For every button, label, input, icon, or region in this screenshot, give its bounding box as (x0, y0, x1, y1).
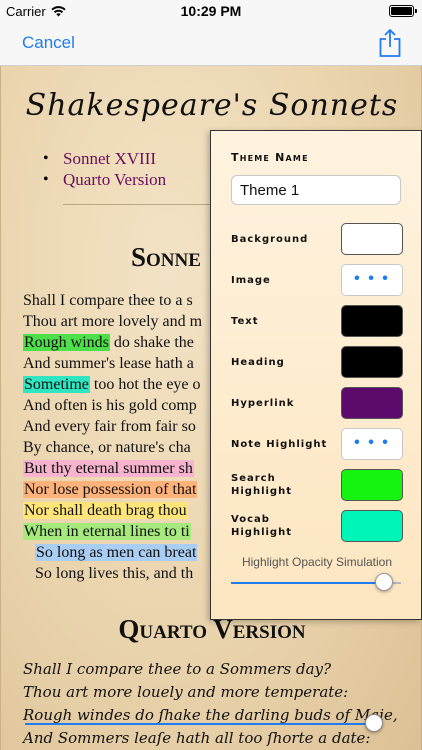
hyperlink-color-swatch[interactable] (341, 387, 403, 419)
poem-line: Rough winds do shake the (23, 332, 202, 353)
theme-row-heading: Heading (231, 346, 403, 378)
quarto-line: Thou art more louely and more temperate: (23, 683, 349, 701)
battery-level (391, 7, 412, 15)
poem-line: Nor shall death brag thou (23, 500, 202, 521)
poem-line: And every fair from fair so (23, 416, 202, 437)
theme-row-background: Background (231, 223, 403, 255)
quarto-text: Shall I compare thee to a Sommers day? Th… (23, 658, 398, 750)
line-text: So long lives this, and th (35, 565, 194, 582)
heading-label: Heading (231, 356, 285, 368)
opacity-slider-fill (231, 582, 384, 584)
cancel-button[interactable]: Cancel (22, 33, 75, 53)
hyperlink-label: Hyperlink (231, 397, 295, 409)
theme-row-search-highlight: Search Highlight (231, 469, 403, 501)
theme-name-label: Theme Name (231, 151, 309, 164)
vocab-highlight-color-swatch[interactable] (341, 510, 403, 542)
poem-line: Sometime too hot the eye o (23, 374, 202, 395)
highlighted-text[interactable]: Sometime (23, 376, 90, 393)
page-slider[interactable] (25, 714, 383, 734)
line-text: And summer's lease hath a (23, 355, 194, 372)
share-icon[interactable] (378, 28, 402, 58)
background-color-swatch[interactable] (341, 223, 403, 255)
highlighted-text[interactable]: So long as men can breat (35, 544, 198, 561)
theme-row-image: Image • • • (231, 264, 403, 296)
theme-panel: Theme Name Background Image • • • Text Headi… (210, 130, 422, 620)
search-highlight-label: Search Highlight (231, 473, 292, 497)
poem-line: By chance, or nature's cha (23, 437, 202, 458)
line-text: And often is his gold comp (23, 397, 197, 414)
poem-line: When in eternal lines to ti (23, 521, 202, 542)
line-text: Thou art more lovely and m (23, 313, 203, 330)
opacity-slider[interactable] (231, 573, 401, 593)
search-highlight-color-swatch[interactable] (341, 469, 403, 501)
sonnet-text: Shall I compare thee to a s Thou art more… (23, 290, 202, 584)
theme-row-note-highlight: Note Highlight • • • (231, 428, 403, 460)
battery-icon (389, 5, 417, 17)
status-time: 10:29 PM (180, 3, 242, 19)
page-slider-thumb[interactable] (364, 714, 383, 732)
poem-line: But thy eternal summer sh (23, 458, 202, 479)
line-text: And every fair from fair so (23, 418, 196, 435)
highlighted-text[interactable]: Nor shall death brag thou (23, 502, 188, 519)
line-text: do shake the (109, 334, 194, 351)
line-text: too hot the eye o (89, 376, 201, 393)
theme-name-field[interactable] (231, 175, 401, 205)
opacity-caption: Highlight Opacity Simulation (241, 555, 393, 569)
opacity-slider-thumb[interactable] (375, 573, 393, 591)
highlighted-text[interactable]: But thy eternal summer sh (23, 460, 194, 477)
theme-row-text: Text (231, 305, 403, 337)
highlighted-text[interactable]: Nor lose possession of that (23, 481, 198, 498)
poem-line: And summer's lease hath a (23, 353, 202, 374)
navigation-bar: Cancel (0, 22, 422, 66)
poem-line: Nor lose possession of that (23, 479, 202, 500)
toc-item: Sonnet XVIII (43, 148, 166, 169)
quarto-line: Shall I compare thee to a Sommers day? (23, 660, 332, 678)
poem-line: So long lives this, and th (23, 563, 202, 584)
book-title: Shakespeare's Sonnets (25, 88, 399, 123)
line-text: By chance, or nature's cha (23, 439, 191, 456)
toc-item: Quarto Version (43, 169, 166, 190)
line-text: Shall I compare thee to a s (23, 292, 193, 309)
note-highlight-more-button[interactable]: • • • (341, 428, 403, 460)
image-label: Image (231, 274, 271, 286)
text-label: Text (231, 315, 259, 327)
vocab-highlight-label: Vocab Highlight (231, 514, 292, 538)
theme-row-vocab-highlight: Vocab Highlight (231, 510, 403, 542)
sonnet-heading: Sonne (131, 242, 201, 272)
note-highlight-label: Note Highlight (231, 438, 328, 450)
text-color-swatch[interactable] (341, 305, 403, 337)
poem-line: And often is his gold comp (23, 395, 202, 416)
poem-line: So long as men can breat (23, 542, 202, 563)
toc-link-sonnet[interactable]: Sonnet XVIII (63, 149, 156, 168)
background-label: Background (231, 233, 309, 245)
theme-row-hyperlink: Hyperlink (231, 387, 403, 419)
highlighted-text[interactable]: Rough winds (23, 334, 110, 351)
highlighted-text[interactable]: When in eternal lines to ti (23, 523, 191, 540)
status-bar: Carrier 10:29 PM (0, 0, 422, 22)
toc-link-quarto[interactable]: Quarto Version (63, 170, 166, 189)
page-slider-fill (25, 723, 374, 725)
image-more-button[interactable]: • • • (341, 264, 403, 296)
table-of-contents: Sonnet XVIII Quarto Version (43, 148, 166, 190)
poem-line: Thou art more lovely and m (23, 311, 202, 332)
poem-line: Shall I compare thee to a s (23, 290, 202, 311)
heading-color-swatch[interactable] (341, 346, 403, 378)
